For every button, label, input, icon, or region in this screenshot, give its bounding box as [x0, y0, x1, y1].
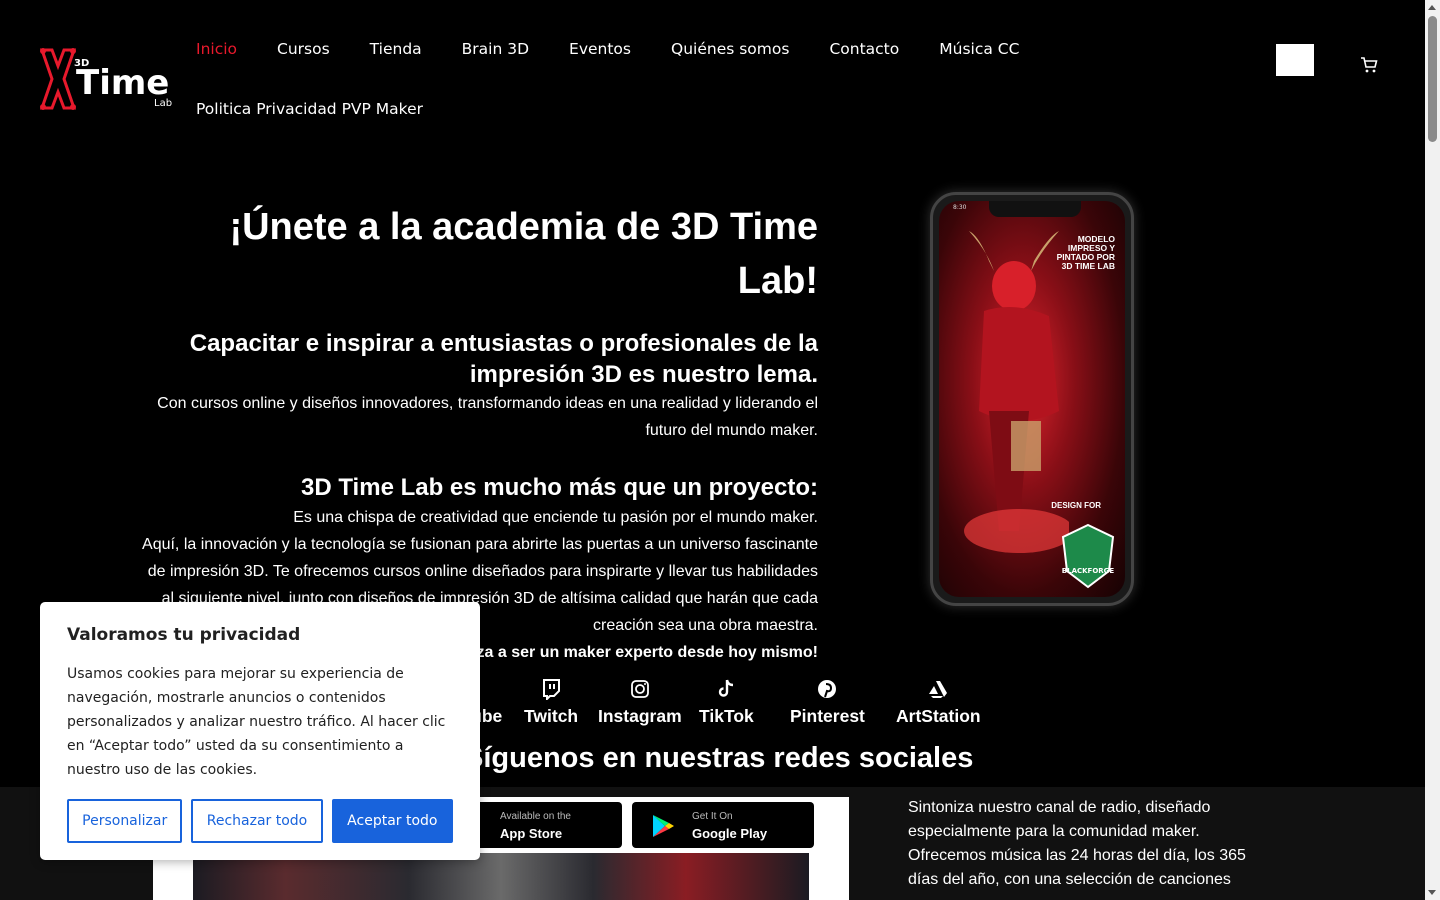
scrollbar-thumb[interactable] [1428, 16, 1437, 142]
hero-intro: Con cursos online y diseños innovadores,… [157, 395, 818, 439]
phone-design-for: DESIGN FOR [1051, 501, 1101, 510]
phone-screen: 8:30 MODELO IMPRESO Y PINTADO POR 3D TIM… [939, 201, 1125, 597]
demon-figure-image [964, 231, 1069, 553]
hero-title: ¡Únete a la academia de 3D Time Lab! [229, 206, 818, 302]
svg-text:Lab: Lab [154, 98, 172, 109]
app-store-big: App Store [500, 826, 563, 841]
artstation-icon [929, 681, 948, 698]
svg-text:Time: Time [76, 63, 169, 103]
cookie-reject-button[interactable]: Rechazar todo [191, 799, 323, 843]
cookie-consent-banner: Valoramos tu privacidad Usamos cookies p… [40, 602, 480, 860]
black-forge-logo: BLACKFORGE [1062, 523, 1115, 589]
hero-section: ¡Únete a la academia de 3D Time Lab! Cap… [140, 200, 818, 666]
nav-cursos[interactable]: Cursos [277, 36, 330, 63]
social-tiktok-label: TikTok [699, 706, 754, 726]
nav-politica-privacidad[interactable]: Politica Privacidad PVP Maker [196, 96, 423, 123]
nav-tienda[interactable]: Tienda [370, 36, 422, 63]
google-play-small: Get It On [692, 811, 733, 822]
social-links: YouTube Twitch Instagram TikTok Pinteres… [430, 678, 1000, 738]
app-store-small: Available on the [500, 811, 571, 822]
twitch-icon [543, 679, 561, 700]
nav-brain-3d[interactable]: Brain 3D [462, 36, 529, 63]
nav-quienes-somos[interactable]: Quiénes somos [671, 36, 789, 63]
radio-description: Sintoniza nuestro canal de radio, diseña… [908, 799, 1246, 888]
google-play-button[interactable]: Get It On Google Play [632, 802, 814, 848]
svg-text:BLACKFORGE: BLACKFORGE [1062, 567, 1115, 575]
hero-section-title: 3D Time Lab es mucho más que un proyecto… [300, 474, 818, 501]
phone-mockup: 8:30 MODELO IMPRESO Y PINTADO POR 3D TIM… [930, 192, 1134, 606]
social-artstation-label: ArtStation [896, 706, 981, 726]
cookie-buttons: Personalizar Rechazar todo Aceptar todo [67, 799, 453, 843]
phone-status-time: 8:30 [953, 204, 967, 211]
phone-caption: MODELO IMPRESO Y PINTADO POR 3D TIME LAB [1056, 234, 1115, 271]
google-play-icon [653, 815, 674, 837]
page-scrollbar[interactable] [1425, 0, 1440, 900]
hero-subtitle: Capacitar e inspirar a entusiastas o pro… [189, 330, 818, 388]
google-play-big: Google Play [692, 826, 768, 841]
social-pinterest[interactable]: Pinterest [790, 678, 865, 727]
nav-inicio[interactable]: Inicio [196, 36, 237, 63]
cookie-title: Valoramos tu privacidad [67, 625, 301, 645]
cookie-accept-button[interactable]: Aceptar todo [331, 799, 453, 843]
social-artstation[interactable]: ArtStation [896, 678, 981, 727]
phone-notch [989, 201, 1081, 217]
nav-musica-cc[interactable]: Música CC [939, 36, 1019, 63]
search-box[interactable] [1276, 44, 1314, 76]
social-title: Síguenos en nuestras redes sociales [464, 742, 974, 774]
tiktok-icon [719, 679, 734, 697]
radio-banner-image [193, 853, 809, 900]
logo-graphic: 3D Time Lab [39, 48, 172, 110]
pinterest-icon [818, 680, 837, 698]
cookie-customize-button[interactable]: Personalizar [67, 799, 183, 843]
scroll-up-icon[interactable] [1428, 5, 1436, 10]
nav-eventos[interactable]: Eventos [569, 36, 631, 63]
social-instagram[interactable]: Instagram [598, 678, 682, 727]
cart-icon[interactable] [1360, 56, 1378, 74]
site-logo[interactable]: 3D Time Lab [38, 46, 180, 112]
social-pinterest-label: Pinterest [790, 706, 865, 726]
nav-contacto[interactable]: Contacto [829, 36, 899, 63]
scroll-down-icon[interactable] [1428, 890, 1436, 895]
cookie-body: Usamos cookies para mejorar su experienc… [67, 666, 446, 778]
social-twitch-label: Twitch [524, 706, 579, 726]
social-twitch[interactable]: Twitch [524, 678, 578, 727]
hero-line-1: Es una chispa de creatividad que enciend… [293, 509, 818, 526]
social-tiktok[interactable]: TikTok [699, 678, 754, 727]
main-nav: Inicio Cursos Tienda Brain 3D Eventos Qu… [196, 36, 1036, 156]
instagram-icon [630, 680, 649, 698]
social-instagram-label: Instagram [598, 706, 682, 726]
